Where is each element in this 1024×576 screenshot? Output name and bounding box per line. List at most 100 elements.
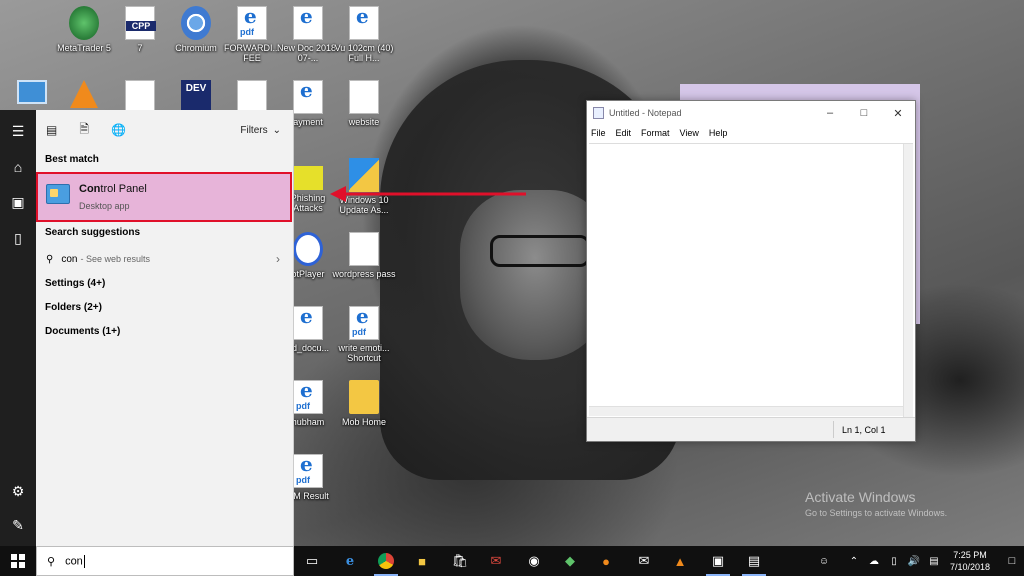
search-icon: ⚲ [46, 253, 54, 265]
monitor-icon [17, 80, 47, 104]
cursor-position: Ln 1, Col 1 [842, 425, 886, 435]
category-documents[interactable]: Documents (1+) [36, 326, 292, 337]
horizontal-scrollbar[interactable] [589, 406, 903, 416]
clock[interactable]: 7:25 PM 7/10/2018 [950, 549, 990, 573]
apps-filter-icon[interactable]: ▤ [46, 123, 57, 137]
close-icon[interactable]: ✕ [881, 101, 915, 125]
edge-file-icon: e [293, 306, 323, 340]
onedrive-icon[interactable]: ☁ [866, 556, 882, 567]
web-filter-icon[interactable]: 🌐 [111, 123, 126, 137]
desktop-icon-label: wordpress pass [332, 269, 396, 279]
metatrader-icon [69, 6, 99, 40]
metatrader-taskbar-icon[interactable]: ◆ [554, 546, 586, 576]
vertical-scrollbar[interactable] [903, 144, 913, 417]
desktop-icon-wordpress-pass[interactable]: wordpress pass [332, 232, 396, 279]
volume-icon[interactable]: 🔊 [906, 556, 922, 567]
notepad-menubar: File Edit Format View Help [587, 125, 915, 141]
start-rail: ☰ ⌂ ▣ ▯ ⚙ ✎ [0, 110, 36, 546]
notebook-icon[interactable]: ▣ [0, 187, 36, 217]
sticky-notes-icon[interactable]: ▣ [702, 546, 734, 576]
system-tray: ☺ ⌃ ☁ ▯ 🔊 ▤ 7:25 PM 7/10/2018 □ [814, 546, 1024, 576]
notepad-statusbar: Ln 1, Col 1 [587, 417, 915, 441]
start-button[interactable] [0, 546, 36, 576]
desktop-icon-label: Chromium [175, 43, 217, 53]
category-settings[interactable]: Settings (4+) [36, 278, 292, 289]
desktop-icon-label: 7 [137, 43, 143, 53]
desktop-icon-metatrader[interactable]: MetaTrader 5 [52, 6, 116, 53]
firefox-icon[interactable]: ● [590, 546, 622, 576]
document-icon [125, 80, 155, 114]
vlc-taskbar-icon[interactable]: ▲ [664, 546, 696, 576]
edge-file-icon: e [293, 80, 323, 114]
best-match-heading: Best match [45, 154, 99, 165]
hamburger-menu-icon[interactable]: ☰ [0, 116, 36, 146]
clock-date: 7/10/2018 [949, 562, 990, 572]
people-icon[interactable]: ☺ [816, 556, 832, 567]
play-icon [293, 232, 323, 266]
watermark-subtitle: Go to Settings to activate Windows. [805, 508, 948, 518]
menu-help[interactable]: Help [709, 128, 728, 138]
gmail-icon[interactable]: ✉ [480, 546, 512, 576]
notepad-text-area[interactable] [589, 143, 913, 417]
desktop-icon-website[interactable]: website [332, 80, 396, 127]
text-file-icon [237, 80, 267, 114]
search-input[interactable]: ⚲ con [36, 546, 294, 576]
notepad-taskbar-icon[interactable]: ▤ [738, 546, 770, 576]
home-icon[interactable]: ⌂ [0, 152, 36, 182]
pdf-file-icon: e pdf [293, 380, 323, 414]
minimize-icon[interactable]: – [813, 101, 847, 125]
desktop-icon-label: FORWARDI... FEE [224, 43, 280, 63]
menu-view[interactable]: View [680, 128, 699, 138]
documents-filter-icon[interactable]: 🗎 [79, 120, 89, 141]
chevron-down-icon: ⌄ [272, 124, 281, 136]
notepad-window[interactable]: Untitled - Notepad – □ ✕ File Edit Forma… [586, 100, 916, 442]
watermark-title: Activate Windows [805, 489, 916, 505]
activate-windows-watermark: Activate Windows Go to Settings to activ… [805, 489, 947, 518]
edge-icon[interactable]: e [334, 546, 366, 576]
search-filter-bar: ▤ 🗎 🌐 Filters ⌄ [36, 110, 293, 150]
cpp-badge: CPP [126, 21, 156, 31]
folder-icon [349, 380, 379, 414]
chrome-icon[interactable] [370, 546, 402, 576]
menu-format[interactable]: Format [641, 128, 670, 138]
device-icon[interactable]: ▯ [0, 223, 36, 253]
file-explorer-icon[interactable]: ■ [406, 546, 438, 576]
desktop-icon-mob-home[interactable]: Mob Home [332, 380, 396, 427]
suggestion-query: con [61, 253, 78, 265]
settings-gear-icon[interactable]: ⚙ [0, 476, 36, 506]
desktop-icon-forwarding-fee[interactable]: e pdf FORWARDI... FEE [220, 6, 284, 63]
menu-edit[interactable]: Edit [616, 128, 632, 138]
pdf-file-icon: e pdf [237, 6, 267, 40]
search-query: con [65, 554, 85, 568]
desktop-icon-new-doc[interactable]: e New Doc 2018-07-... [276, 6, 340, 63]
menu-file[interactable]: File [591, 128, 606, 138]
best-match-subtitle: Desktop app [79, 201, 130, 211]
power-icon[interactable]: ▯ [886, 556, 902, 567]
feedback-icon[interactable]: ✎ [0, 510, 36, 540]
notepad-title: Untitled - Notepad [609, 108, 682, 118]
notepad-titlebar[interactable]: Untitled - Notepad – □ ✕ [587, 101, 915, 125]
chevron-right-icon: › [276, 252, 280, 266]
camera-icon[interactable]: ◉ [518, 546, 550, 576]
desktop-icon-cpp[interactable]: CPP 7 [108, 6, 172, 53]
desktop-icon-chromium[interactable]: Chromium [164, 6, 228, 53]
action-center-icon[interactable]: □ [1000, 555, 1024, 567]
maximize-icon[interactable]: □ [847, 101, 881, 125]
store-icon[interactable]: 🛍 [444, 546, 476, 576]
chromium-icon [181, 6, 211, 40]
web-suggestion-row[interactable]: ⚲ con - See web results › [36, 247, 292, 271]
best-match-result-control-panel[interactable]: Control Panel Desktop app [36, 172, 292, 222]
category-folders[interactable]: Folders (2+) [36, 302, 292, 313]
desktop-icon-write-emotion[interactable]: e pdf write emoti... Shortcut [332, 306, 396, 363]
mail-icon[interactable]: ✉ [628, 546, 660, 576]
clock-time: 7:25 PM [953, 550, 987, 560]
search-suggestions-heading: Search suggestions [45, 227, 141, 238]
desktop-icon-vu-tv[interactable]: e Vu 102cm (40) Full H... [332, 6, 396, 63]
filters-dropdown[interactable]: Filters ⌄ [240, 125, 281, 136]
control-panel-icon [46, 184, 70, 204]
network-icon[interactable]: ▤ [926, 556, 942, 567]
desktop-icon-label: Mob Home [341, 417, 386, 427]
desktop-icon-vlc[interactable] [52, 80, 116, 111]
show-hidden-icons-chevron-icon[interactable]: ⌃ [846, 556, 862, 567]
task-view-icon[interactable]: ▭ [296, 546, 328, 576]
